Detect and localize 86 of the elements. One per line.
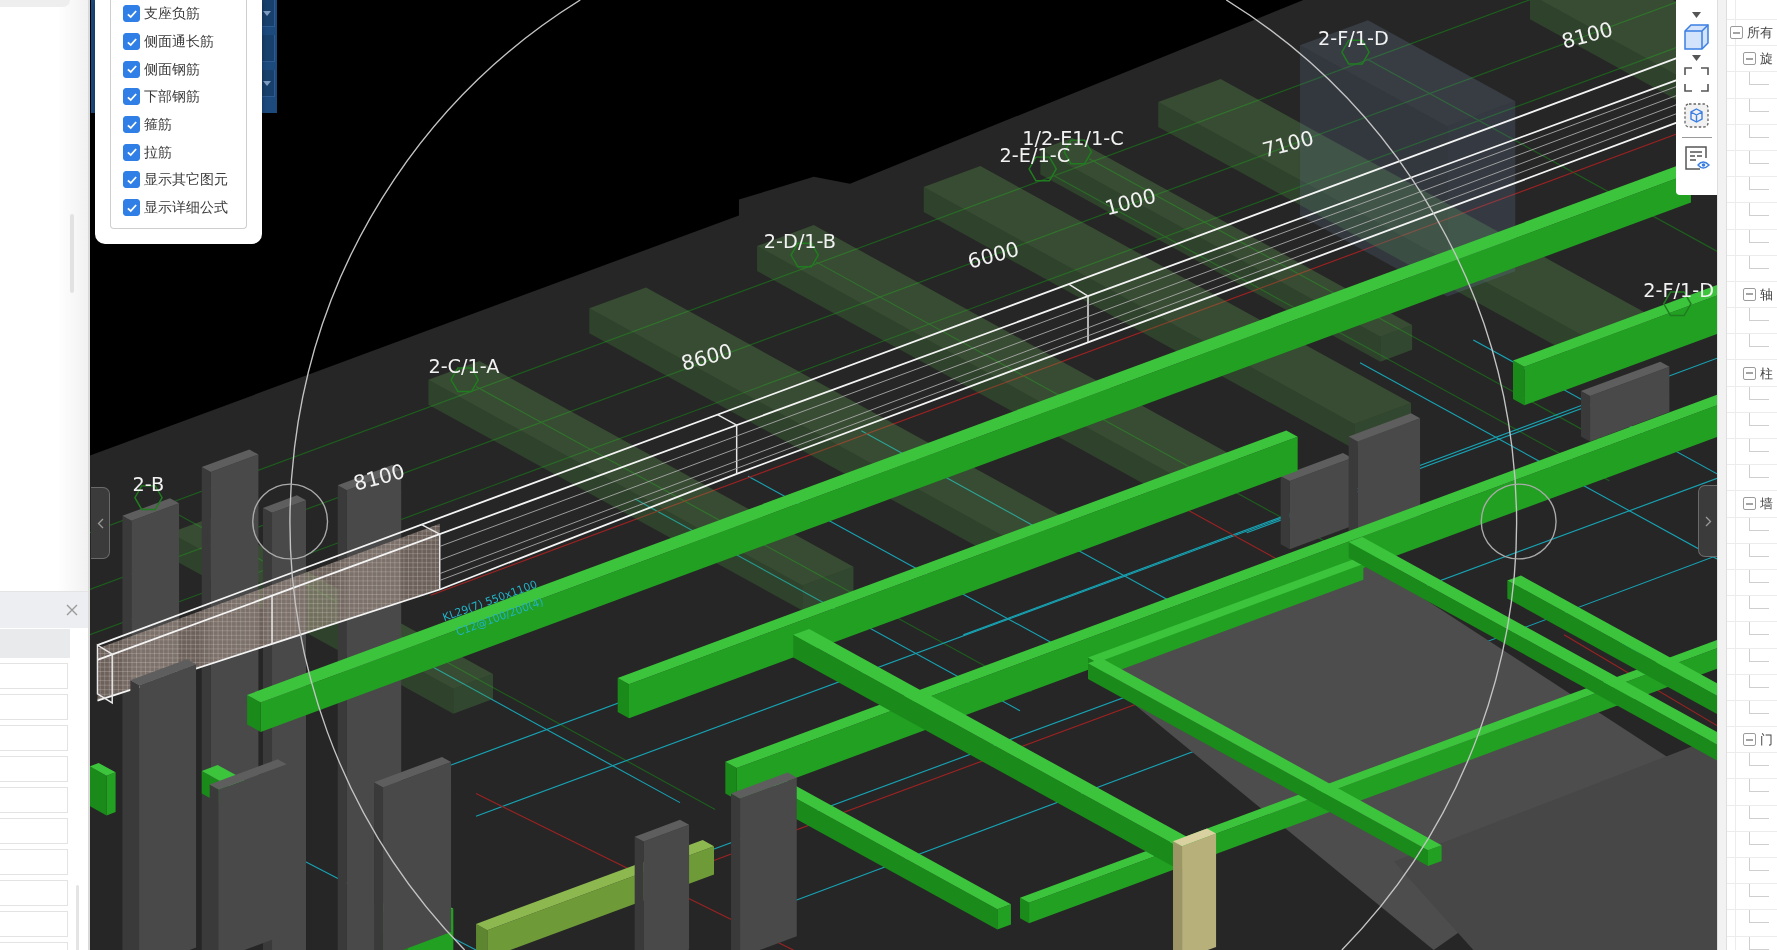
list-row[interactable]: [0, 694, 68, 720]
rotate-handle[interactable]: [252, 483, 329, 560]
fullscreen-icon: [1684, 67, 1709, 92]
checkbox[interactable]: [123, 33, 140, 51]
list-row[interactable]: [0, 725, 68, 751]
list-row[interactable]: [0, 849, 68, 875]
checkbox-label[interactable]: 侧面钢筋: [144, 58, 200, 80]
checkbox-label[interactable]: 显示其它图元: [144, 169, 228, 191]
dropdown-caret[interactable]: [1692, 12, 1701, 18]
dimension-label: 6000: [965, 236, 1022, 274]
fullscreen-button[interactable]: [1684, 67, 1709, 92]
dimension-label: 8100: [350, 459, 408, 496]
list-eye-icon: [1683, 145, 1710, 171]
checkbox-label[interactable]: 侧面通长筋: [144, 31, 214, 53]
tree-label[interactable]: 所有: [1747, 26, 1773, 40]
checkmark-icon: [125, 118, 138, 131]
tree-label[interactable]: 柱: [1760, 366, 1773, 380]
tree-label[interactable]: 墙: [1760, 497, 1773, 511]
splitter[interactable]: [1717, 0, 1727, 950]
dimension-label: 7100: [1259, 125, 1317, 163]
caret-icon: [1692, 55, 1701, 61]
caret-icon: [263, 10, 271, 16]
checkbox[interactable]: [123, 171, 140, 189]
list-row[interactable]: [0, 756, 68, 782]
list-row[interactable]: [0, 911, 68, 937]
caret-icon: [263, 80, 271, 86]
close-icon: [65, 603, 79, 617]
dashed-cube-icon: [1684, 103, 1709, 128]
properties-button[interactable]: [1683, 145, 1710, 171]
list-row[interactable]: [0, 787, 68, 813]
minus-icon: [1746, 502, 1753, 505]
cube-icon: [1684, 24, 1709, 50]
checkbox-label[interactable]: 下部钢筋: [144, 86, 200, 108]
checkmark-icon: [125, 146, 138, 159]
orbit-ring[interactable]: [289, 0, 1518, 950]
checkmark-icon: [125, 201, 138, 214]
tree-toggle[interactable]: [1743, 733, 1756, 747]
minus-icon: [1733, 31, 1740, 34]
axis-label: 2-F/1-D: [1318, 27, 1389, 51]
tree-toggle[interactable]: [1743, 366, 1756, 380]
checkbox[interactable]: [123, 5, 140, 23]
checkbox[interactable]: [123, 60, 140, 78]
minus-icon: [1746, 57, 1753, 60]
collapse-left-tab[interactable]: [91, 487, 110, 559]
checkmark-icon: [125, 90, 138, 103]
checkbox[interactable]: [123, 116, 140, 134]
list-row[interactable]: [0, 663, 68, 689]
chevron-left-icon: [96, 517, 104, 529]
box-select-button[interactable]: [1684, 103, 1709, 128]
minus-icon: [1746, 738, 1753, 741]
tree-toggle[interactable]: [1743, 497, 1756, 511]
checkmark-icon: [125, 63, 138, 76]
minus-icon: [1746, 293, 1753, 296]
checkbox-label[interactable]: 拉筋: [144, 141, 172, 163]
axis-label: 2-B: [132, 472, 165, 496]
list-row[interactable]: [0, 880, 68, 906]
rotate-handle[interactable]: [1480, 483, 1557, 560]
checkbox-label[interactable]: 显示详细公式: [144, 197, 228, 219]
tree-toggle[interactable]: [1743, 52, 1756, 66]
checkbox-label[interactable]: 支座负筋: [144, 3, 200, 25]
collapse-right-tab[interactable]: [1698, 485, 1717, 557]
minus-icon: [1746, 372, 1753, 375]
view-cube-button[interactable]: [1684, 24, 1709, 50]
dimension-label: 8600: [678, 338, 735, 376]
checkmark-icon: [125, 35, 138, 48]
list-row[interactable]: [0, 818, 68, 844]
beam: [90, 762, 116, 816]
dimension-label: 8100: [1559, 16, 1616, 54]
caret-icon: [1692, 12, 1701, 18]
close-button[interactable]: [65, 603, 79, 617]
checkmark-icon: [125, 173, 138, 186]
tree-label[interactable]: 轴: [1760, 287, 1773, 301]
chevron-right-icon: [1704, 515, 1712, 527]
tree-label[interactable]: 旋: [1760, 52, 1773, 66]
checkbox-label[interactable]: 箍筋: [144, 114, 172, 136]
axis-label: 2-D/1-B: [763, 230, 837, 254]
tree-toggle[interactable]: [1743, 287, 1756, 301]
tree-label[interactable]: 门: [1760, 733, 1773, 747]
axis-label: 2-C/1-A: [428, 354, 500, 378]
tree-toggle[interactable]: [1730, 26, 1743, 40]
checkbox[interactable]: [123, 199, 140, 217]
dimension-label: 1000: [1102, 183, 1159, 221]
checkbox[interactable]: [123, 88, 140, 106]
checkmark-icon: [125, 7, 138, 20]
dropdown-caret[interactable]: [1692, 55, 1701, 61]
checkbox[interactable]: [123, 143, 140, 161]
